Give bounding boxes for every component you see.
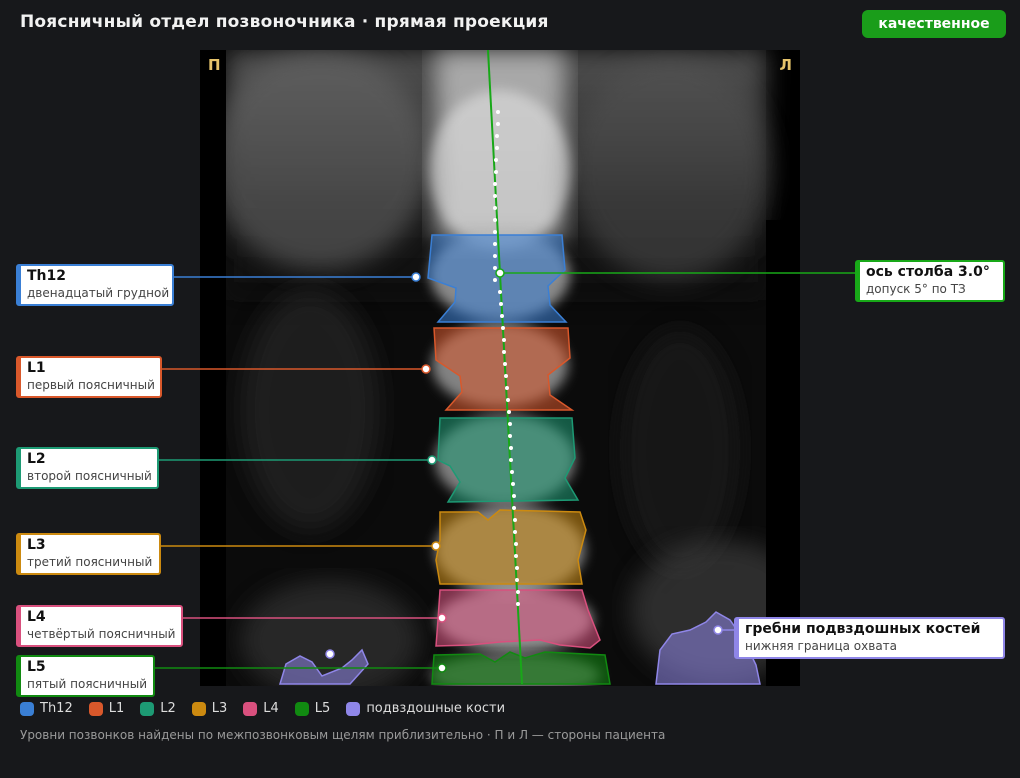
l1-label-desc: первый поясничный [27, 378, 155, 392]
legend-swatch [20, 701, 34, 716]
axis-label-desc: допуск 5° по ТЗ [866, 282, 966, 296]
l5-label-desc: пятый поясничный [27, 677, 147, 691]
th12-label-desc: двенадцатый грудной [27, 286, 170, 300]
legend-item-l3: L3 [191, 701, 228, 716]
th12-label-name: Th12 [27, 268, 66, 284]
axis-anchor [495, 268, 505, 278]
th12-anchor [411, 272, 421, 282]
l3-label-desc: третий поясничный [27, 555, 153, 569]
l4-label-name: L4 [27, 609, 46, 625]
legend-label: L4 [263, 701, 279, 716]
axis-label: ось столба 3.0° допуск 5° по ТЗ [855, 260, 1005, 302]
l1-anchor [421, 364, 431, 374]
legend-label: Th12 [40, 701, 73, 716]
l3-label-name: L3 [27, 537, 46, 553]
l5-label: L5 пятый поясничный [16, 655, 155, 697]
legend-label: L1 [108, 701, 125, 716]
th12-segment [427, 234, 568, 323]
legend-item-l2: L2 [140, 701, 176, 716]
legend-swatch [294, 701, 309, 716]
legend-swatch [191, 701, 206, 716]
iliac-label-title: гребни подвздошных костей [745, 621, 981, 637]
iliac-label: гребни подвздошных костей нижняя граница… [734, 617, 1005, 659]
th12-label: Th12 двенадцатый грудной [16, 264, 174, 306]
l1-label: L1 первый поясничный [16, 356, 162, 398]
legend-item-th12: Th12 [20, 701, 73, 716]
l3-label: L3 третий поясничный [16, 533, 161, 575]
l2-label-name: L2 [27, 451, 46, 467]
axis-label-title: ось столба 3.0° [866, 264, 990, 280]
l2-label-desc: второй поясничный [27, 469, 152, 483]
footnote: Уровни позвонков найдены по межпозвонков… [20, 728, 666, 742]
l5-anchor [437, 663, 447, 673]
l4-anchor [437, 613, 447, 623]
iliac-anchor [713, 625, 723, 635]
legend-item-l5: L5 [294, 701, 331, 716]
legend-swatch [346, 701, 361, 716]
l5-label-name: L5 [27, 659, 46, 675]
l4-label: L4 четвёртый поясничный [16, 605, 183, 647]
legend-swatch [88, 701, 103, 716]
l4-label-desc: четвёртый поясничный [27, 627, 176, 641]
legend: Th12 L1 L2 L3 L4 L5 подвздошные кости [20, 701, 521, 716]
legend-swatch [140, 701, 155, 716]
legend-label: L3 [211, 701, 228, 716]
l3-anchor [431, 541, 441, 551]
iliac-right-segment [278, 648, 369, 685]
legend-item-l1: L1 [88, 701, 125, 716]
l1-label-name: L1 [27, 360, 46, 376]
legend-label: L5 [314, 701, 331, 716]
legend-item-iliac: подвздошные кости [346, 701, 505, 716]
legend-item-l4: L4 [243, 701, 279, 716]
legend-swatch [243, 701, 258, 716]
legend-label: подвздошные кости [366, 701, 506, 716]
l2-label: L2 второй поясничный [16, 447, 159, 489]
l3-segment [435, 509, 587, 585]
iliac-label-desc: нижняя граница охвата [745, 639, 898, 653]
iliac-anchor-right [325, 649, 335, 659]
l2-anchor [427, 455, 437, 465]
legend-label: L2 [160, 701, 176, 716]
